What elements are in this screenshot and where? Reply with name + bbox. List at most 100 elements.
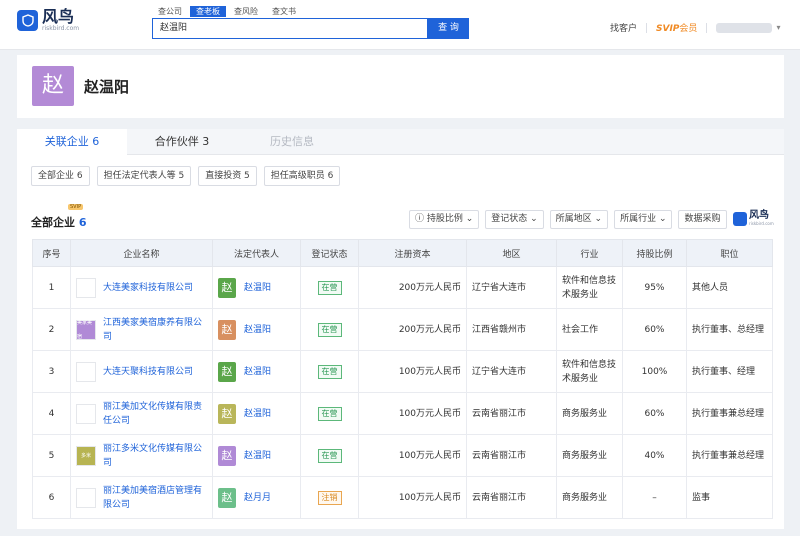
industry-cell: 商务服务业	[556, 434, 623, 477]
legal-rep-link[interactable]: 赵温阳	[244, 281, 271, 295]
tab-partners[interactable]: 合作伙伴 3	[127, 129, 237, 155]
row-number: 2	[32, 308, 71, 351]
top-right-nav: 找客户 SVIP会员 ▾	[610, 21, 780, 34]
company-name-link[interactable]: 丽江美加美宿酒店管理有限公司	[103, 484, 207, 512]
company-cell: 大连天聚科技有限公司	[70, 350, 213, 393]
divider	[706, 22, 708, 33]
search-tab-documents[interactable]: 查文书	[266, 6, 302, 17]
svip-member-link[interactable]: SVIP会员	[656, 21, 697, 34]
person-profile-card: 赵 赵温阳	[17, 55, 784, 118]
svip-label: SVIP	[656, 24, 680, 34]
legal-rep-link[interactable]: 赵温阳	[244, 365, 271, 379]
share-ratio-dropdown[interactable]: ⓘ 持股比例 ⌄	[409, 210, 480, 229]
avatar: 赵	[218, 277, 236, 298]
region-cell: 辽宁省大连市	[466, 266, 557, 309]
col-header: 持股比例	[622, 239, 687, 267]
col-header: 企业名称	[70, 239, 213, 267]
search-tab-risk[interactable]: 查风险	[228, 6, 264, 17]
status-badge: 在营	[317, 406, 342, 421]
legal-rep-link[interactable]: 赵温阳	[244, 323, 271, 337]
bird-shield-icon	[17, 10, 38, 31]
avatar: 赵	[218, 361, 236, 382]
legal-rep-cell: 赵赵温阳	[212, 350, 301, 393]
bird-shield-icon	[733, 211, 747, 226]
industry-dropdown[interactable]: 所属行业 ⌄	[614, 210, 673, 229]
position-cell: 执行董事兼总经理	[686, 392, 773, 435]
position-cell: 执行董事、总经理	[686, 308, 773, 351]
company-logo-icon: 美家美宿	[76, 319, 96, 340]
avatar: 赵	[218, 403, 236, 424]
filter-all-companies[interactable]: 全部企业 6	[31, 166, 90, 186]
company-cell: 大连美家科技有限公司	[70, 266, 213, 309]
status-badge: 在营	[317, 280, 342, 295]
search-input[interactable]: 赵温阳	[152, 18, 428, 39]
site-logo[interactable]: 风鸟 riskbird.com	[17, 9, 79, 32]
position-cell: 监事	[686, 476, 773, 519]
col-header: 序号	[32, 239, 71, 267]
legal-rep-link[interactable]: 赵温阳	[244, 407, 271, 421]
row-number: 3	[32, 350, 71, 393]
user-account-name[interactable]	[716, 22, 773, 33]
capital-cell: 100万元人民币	[358, 434, 467, 477]
section-title-text: 全部企业	[31, 216, 75, 229]
data-purchase-button[interactable]: 数据采购	[678, 210, 727, 229]
industry-cell: 软件和信息技术服务业	[556, 266, 623, 309]
region-cell: 云南省丽江市	[466, 476, 557, 519]
industry-cell: 社会工作	[556, 308, 623, 351]
table-row: 5 多米 丽江多米文化传媒有限公司赵赵温阳 在营 100万元人民币 云南省丽江市 商务服务业…	[32, 434, 773, 477]
company-name-link[interactable]: 大连天聚科技有限公司	[103, 365, 193, 379]
position-cell: 执行董事兼总经理	[686, 434, 773, 477]
legal-rep-cell: 赵赵温阳	[212, 266, 301, 309]
company-name-link[interactable]: 江西美家美宿康养有限公司	[103, 316, 207, 344]
col-header: 注册资本	[358, 239, 467, 267]
search-tab-boss[interactable]: 查老板	[190, 6, 226, 17]
row-number: 1	[32, 266, 71, 309]
company-logo-icon	[76, 277, 96, 298]
region-dropdown[interactable]: 所属地区 ⌄	[549, 210, 609, 229]
legal-rep-cell: 赵赵温阳	[212, 308, 301, 351]
col-header: 法定代表人	[212, 239, 301, 267]
tab-history[interactable]: 历史信息	[237, 129, 347, 155]
chevron-down-icon[interactable]: ▾	[776, 23, 780, 32]
col-header: 登记状态	[300, 239, 359, 267]
table-toolbar: ⓘ 持股比例 ⌄ 登记状态 ⌄ 所属地区 ⌄ 所属行业 ⌄ 数据采购	[409, 210, 733, 229]
company-name-link[interactable]: 大连美家科技有限公司	[103, 281, 193, 295]
status-badge: 在营	[317, 364, 342, 379]
legal-rep-link[interactable]: 赵温阳	[244, 449, 271, 463]
vip-badge: SVIP	[68, 204, 84, 210]
search-button[interactable]: 查 询	[428, 18, 469, 39]
company-name-link[interactable]: 丽江多米文化传媒有限公司	[103, 442, 207, 470]
avatar: 赵	[218, 445, 236, 466]
company-logo-icon	[76, 403, 96, 424]
watermark-logo: 风鸟 riskbird.com	[733, 211, 774, 226]
position-cell: 其他人员	[686, 266, 773, 309]
avatar: 赵	[218, 487, 236, 508]
logo-domain: riskbird.com	[42, 25, 80, 32]
filter-legal-rep[interactable]: 担任法定代表人等 5	[96, 166, 192, 186]
search-tab-company[interactable]: 查公司	[152, 6, 188, 17]
mini-logo-text: 风鸟	[749, 210, 769, 221]
company-name-link[interactable]: 丽江美加文化传媒有限责任公司	[103, 400, 207, 428]
status-cell: 在营	[300, 434, 359, 477]
filter-senior-staff[interactable]: 担任高级职员 6	[263, 166, 341, 186]
table-row: 1 大连美家科技有限公司 赵赵温阳 在营 200万元人民币 辽宁省大连市 软件和信息技术服务…	[32, 266, 773, 309]
region-cell: 江西省赣州市	[466, 308, 557, 351]
status-cell: 注销	[300, 476, 359, 519]
status-dropdown[interactable]: 登记状态 ⌄	[485, 210, 544, 229]
legal-rep-cell: 赵赵月月	[212, 476, 301, 519]
find-customer-link[interactable]: 找客户	[610, 21, 637, 34]
company-logo-icon	[76, 361, 96, 382]
company-cell: 美家美宿 江西美家美宿康养有限公司	[70, 308, 213, 351]
company-logo-icon	[76, 487, 96, 508]
legal-rep-link[interactable]: 赵月月	[244, 491, 271, 505]
company-cell: 丽江美加文化传媒有限责任公司	[70, 392, 213, 435]
person-name: 赵温阳	[84, 78, 130, 96]
tab-related-companies[interactable]: 关联企业 6	[17, 129, 127, 155]
filter-direct-investment[interactable]: 直接投资 5	[198, 166, 257, 186]
divider	[646, 22, 648, 33]
row-number: 5	[32, 434, 71, 477]
row-number: 6	[32, 476, 71, 519]
legal-rep-cell: 赵赵温阳	[212, 434, 301, 477]
industry-cell: 商务服务业	[556, 476, 623, 519]
relation-filters: 全部企业 6 担任法定代表人等 5 直接投资 5 担任高级职员 6	[31, 166, 347, 186]
